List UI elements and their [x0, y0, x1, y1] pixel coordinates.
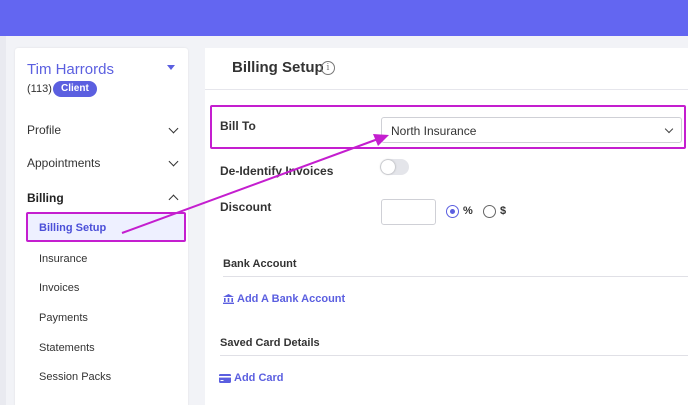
- sidebar-item-appointments[interactable]: Appointments: [27, 156, 179, 170]
- bank-account-title: Bank Account: [223, 258, 297, 270]
- discount-input[interactable]: [381, 199, 436, 225]
- billing-setup-panel: [205, 48, 688, 405]
- discount-dollar-radio[interactable]: [483, 205, 496, 218]
- sidebar-item-label: Billing: [27, 191, 64, 205]
- client-switch-caret-icon[interactable]: [167, 65, 175, 70]
- bank-account-divider: [223, 276, 688, 277]
- chevron-down-icon: [168, 123, 179, 134]
- discount-label: Discount: [220, 200, 272, 214]
- saved-card-title: Saved Card Details: [220, 337, 320, 349]
- sidebar-item-label: Profile: [27, 123, 62, 137]
- deidentify-toggle[interactable]: [380, 159, 409, 175]
- annotation-highlight-bill-to: [210, 105, 686, 149]
- bank-icon: [223, 294, 234, 304]
- top-app-bar: [0, 0, 688, 36]
- add-bank-account-link[interactable]: Add A Bank Account: [237, 293, 345, 305]
- sidebar-subitem-statements[interactable]: Statements: [39, 342, 95, 354]
- client-id: (113): [27, 83, 52, 95]
- credit-card-icon: [219, 374, 231, 383]
- sidebar-item-profile[interactable]: Profile: [27, 123, 179, 137]
- sidebar-subitem-session-packs[interactable]: Session Packs: [39, 371, 111, 383]
- sidebar-subitem-insurance[interactable]: Insurance: [39, 253, 87, 265]
- discount-percent-label: %: [463, 205, 473, 217]
- deidentify-label: De-Identify Invoices: [220, 164, 334, 178]
- saved-card-divider: [220, 355, 688, 356]
- add-card-link[interactable]: Add Card: [234, 372, 284, 384]
- client-status-badge: Client: [53, 81, 97, 97]
- sidebar-item-label: Appointments: [27, 156, 101, 170]
- sidebar-item-billing[interactable]: Billing: [27, 191, 179, 205]
- chevron-down-icon: [168, 156, 179, 167]
- info-icon[interactable]: i: [321, 61, 335, 75]
- sidebar-subitem-payments[interactable]: Payments: [39, 312, 88, 324]
- left-rail: [0, 36, 6, 405]
- header-divider: [205, 89, 688, 90]
- annotation-highlight-billing-setup: [26, 212, 186, 242]
- discount-percent-radio[interactable]: [446, 205, 459, 218]
- sidebar-subitem-invoices[interactable]: Invoices: [39, 282, 79, 294]
- client-name[interactable]: Tim Harrords: [27, 61, 114, 78]
- page-title: Billing Setup: [232, 59, 324, 76]
- toggle-knob: [381, 160, 395, 174]
- chevron-up-icon: [168, 194, 179, 205]
- discount-dollar-label: $: [500, 205, 507, 217]
